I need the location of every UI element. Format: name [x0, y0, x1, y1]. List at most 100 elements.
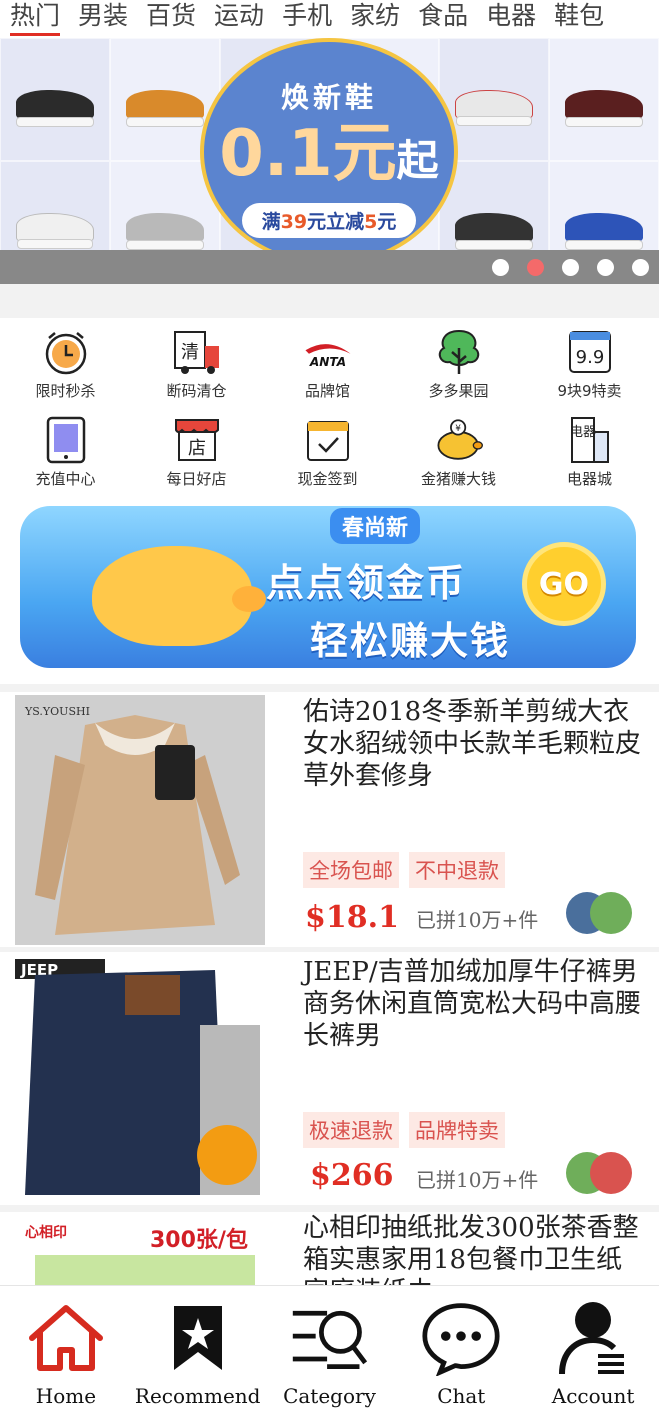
shortcut-label: 电器城 — [566, 470, 612, 488]
svg-text:ANTA: ANTA — [308, 355, 345, 369]
tab-appliances[interactable]: 电器 — [486, 0, 536, 38]
category-search-icon — [289, 1300, 369, 1376]
shortcut-appliance-city[interactable]: 电器 电器城 — [524, 406, 655, 494]
product-title[interactable]: 佑诗2018冬季新羊剪绒大衣女水貂绒领中长款羊毛颗粒皮草外套修身 — [303, 696, 641, 792]
tissue-illustration: 心相印 300张/包 — [15, 1215, 265, 1285]
store-icon: 店 — [171, 416, 223, 464]
svg-text:¥: ¥ — [455, 424, 461, 434]
shortcut-label: 品牌馆 — [304, 382, 350, 400]
carousel-dot[interactable] — [632, 259, 649, 276]
nav-recommend[interactable]: Recommend — [132, 1286, 264, 1415]
go-button[interactable]: GO — [522, 542, 606, 626]
promo-price: 0.1元起 — [219, 117, 439, 191]
nav-home[interactable]: Home — [0, 1286, 132, 1415]
shoe-image — [125, 212, 204, 251]
tab-menswear[interactable]: 男装 — [78, 0, 128, 38]
avatar — [590, 892, 632, 934]
shortcut-label: 断码清仓 — [166, 382, 227, 400]
tab-hot[interactable]: 热门 — [10, 0, 61, 38]
product-image[interactable]: 心相印 300张/包 — [15, 1215, 265, 1285]
tab-home-textiles[interactable]: 家纺 — [350, 0, 400, 38]
product-price: $266 — [310, 1158, 394, 1193]
product-image[interactable]: YS.YOUSHI — [15, 695, 265, 945]
calendar-99-icon: 9.9 — [564, 328, 616, 376]
promo-banner[interactable]: 焕新鞋 0.1元起 满39元立减5元 — [0, 38, 659, 284]
product-card[interactable]: 心相印 300张/包 心相印抽纸批发300张茶香整箱实惠家用18包餐巾卫生纸家庭… — [0, 1212, 659, 1285]
svg-text:清: 清 — [181, 342, 199, 363]
shortcut-clearance[interactable]: 清 断码清仓 — [131, 318, 262, 406]
carousel-dot-active[interactable] — [527, 259, 544, 276]
piggy-illustration — [92, 546, 266, 646]
shortcut-daily-store[interactable]: 店 每日好店 — [131, 406, 262, 494]
carousel-dot[interactable] — [597, 259, 614, 276]
shoe-image — [16, 212, 94, 250]
promo-circle: 焕新鞋 0.1元起 满39元立减5元 — [200, 38, 458, 266]
svg-text:YS.YOUSHI: YS.YOUSHI — [24, 705, 90, 718]
shortcut-label: 金猪赚大钱 — [420, 470, 496, 488]
shortcut-label: 限时秒杀 — [35, 382, 96, 400]
shortcut-orchard[interactable]: 多多果园 — [393, 318, 524, 406]
nav-category[interactable]: Category — [264, 1286, 396, 1415]
product-title[interactable]: 心相印抽纸批发300张茶香整箱实惠家用18包餐巾卫生纸家庭装纸巾 — [303, 1212, 641, 1285]
account-icon — [553, 1300, 633, 1376]
nav-label: Recommend — [134, 1384, 261, 1408]
svg-text:电器: 电器 — [569, 425, 595, 440]
promo-offer: 满39元立减5元 — [241, 203, 417, 238]
product-sold-count: 已拼10万+件 — [416, 1168, 539, 1192]
product-sold-count: 已拼10万+件 — [416, 908, 539, 932]
clearance-truck-icon: 清 — [171, 328, 223, 376]
shortcut-label: 每日好店 — [166, 470, 227, 488]
chat-bubble-icon — [421, 1300, 501, 1376]
bottom-navigation: Home Recommend Category Chat Account — [0, 1285, 659, 1415]
shortcut-cash-checkin[interactable]: 现金签到 — [262, 406, 393, 494]
tab-shoes-bags[interactable]: 鞋包 — [554, 0, 604, 38]
tag-brand-sale: 品牌特卖 — [409, 1112, 505, 1148]
product-image[interactable]: JEEP — [15, 955, 265, 1205]
carousel-dot[interactable] — [562, 259, 579, 276]
tag-free-shipping: 全场包邮 — [303, 852, 399, 888]
svg-text:店: 店 — [188, 438, 206, 459]
nav-account[interactable]: Account — [527, 1286, 659, 1415]
shoe-image — [455, 212, 534, 251]
carousel-dot[interactable] — [492, 259, 509, 276]
tab-food[interactable]: 食品 — [418, 0, 468, 38]
product-tags: 全场包邮 不中退款 — [303, 852, 505, 888]
shortcut-99-sale[interactable]: 9.9 9块9特卖 — [524, 318, 655, 406]
nav-chat[interactable]: Chat — [395, 1286, 527, 1415]
buyer-avatars — [566, 892, 636, 936]
calendar-check-icon — [302, 416, 354, 464]
home-icon — [26, 1300, 106, 1376]
shoe-image — [565, 212, 643, 251]
tab-general-goods[interactable]: 百货 — [146, 0, 196, 38]
svg-text:心相印: 心相印 — [25, 1224, 67, 1241]
tag-refund: 不中退款 — [409, 852, 505, 888]
shortcut-grid: 限时秒杀 清 断码清仓 ANTA 品牌馆 多多果园 9.9 9块9特卖 充值中心… — [0, 318, 659, 500]
product-title[interactable]: JEEP/吉普加绒加厚牛仔裤男商务休闲直筒宽松大码中高腰长裤男 — [303, 956, 641, 1052]
shoe-image — [565, 89, 643, 128]
alarm-clock-icon — [40, 328, 92, 376]
nav-label: Account — [551, 1384, 635, 1408]
jeans-illustration: JEEP — [15, 955, 265, 1205]
coin-headline: 点点领金币 — [266, 561, 467, 605]
product-price: $18.1 — [305, 900, 399, 935]
coin-banner[interactable]: 春尚新 点点领金币 轻松赚大钱 GO — [0, 500, 659, 684]
shoe-image — [125, 89, 204, 128]
tab-phones[interactable]: 手机 — [282, 0, 332, 38]
carousel-dots — [492, 259, 649, 276]
shortcut-flash-sale[interactable]: 限时秒杀 — [0, 318, 131, 406]
product-card[interactable]: YS.YOUSHI 佑诗2018冬季新羊剪绒大衣女水貂绒领中长款羊毛颗粒皮草外套… — [0, 692, 659, 947]
shortcut-brand-hall[interactable]: ANTA 品牌馆 — [262, 318, 393, 406]
coin-badge: 春尚新 — [330, 508, 421, 544]
coat-illustration: YS.YOUSHI — [15, 695, 265, 945]
product-card[interactable]: JEEP JEEP/吉普加绒加厚牛仔裤男商务休闲直筒宽松大码中高腰长裤男 极速退… — [0, 952, 659, 1205]
shoe-image — [455, 89, 534, 127]
nav-label: Chat — [437, 1384, 486, 1408]
tab-sports[interactable]: 运动 — [214, 0, 264, 38]
shortcut-topup[interactable]: 充值中心 — [0, 406, 131, 494]
shortcut-label: 9块9特卖 — [557, 382, 622, 400]
nav-label: Category — [283, 1384, 376, 1408]
tablet-icon — [40, 416, 92, 464]
shortcut-gold-pig[interactable]: ¥ 金猪赚大钱 — [393, 406, 524, 494]
nav-label: Home — [35, 1384, 97, 1408]
svg-text:9.9: 9.9 — [575, 347, 604, 368]
